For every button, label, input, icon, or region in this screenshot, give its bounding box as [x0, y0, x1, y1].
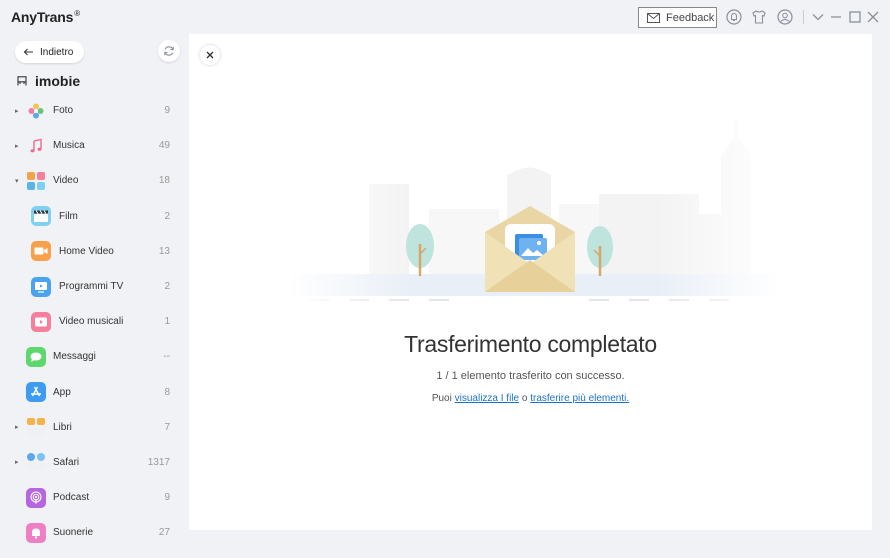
transfer-complete-title: Trasferimento completato — [404, 331, 657, 357]
sidebar-item-suonerie[interactable]: Suonerie 27 — [0, 515, 188, 550]
item-count: 1317 — [147, 456, 170, 468]
sidebar-item-label: Film — [59, 210, 78, 222]
ringtones-icon — [26, 522, 46, 543]
tshirt-icon[interactable] — [750, 8, 768, 26]
sidebar-item-home-video[interactable]: Home Video 13 — [0, 234, 188, 269]
refresh-icon — [164, 46, 174, 56]
close-button[interactable] — [200, 45, 220, 65]
sidebar-item-film[interactable]: Film 2 — [0, 199, 188, 234]
titlebar-divider — [803, 10, 804, 24]
device-header[interactable]: imobie — [17, 73, 80, 89]
sidebar-item-label: Video — [53, 175, 79, 187]
expand-arrow-icon[interactable]: ▸ — [15, 458, 19, 466]
expand-arrow-icon[interactable]: ▸ — [15, 107, 19, 115]
item-count: 8 — [164, 386, 170, 398]
sidebar-item-label: Video musicali — [59, 316, 124, 328]
device-icon — [17, 76, 27, 86]
expand-arrow-icon[interactable]: ▸ — [15, 423, 19, 431]
sidebar-item-podcast[interactable]: Podcast 9 — [0, 480, 188, 515]
transfer-complete-message: 1 / 1 elemento trasferito con successo. — [436, 370, 625, 382]
sidebar-item-label: Programmi TV — [59, 281, 124, 293]
item-count: 1 — [164, 316, 170, 328]
sidebar-item-safari[interactable]: ▸ Safari 1317 — [0, 445, 188, 480]
item-count: 27 — [158, 527, 170, 539]
chevron-down-icon[interactable] — [809, 8, 827, 26]
arrow-left-icon — [23, 48, 33, 56]
expand-arrow-icon[interactable]: ▸ — [15, 142, 19, 150]
sidebar-item-musica[interactable]: ▸ Musica 49 — [0, 128, 188, 163]
sidebar-item-label: App — [53, 386, 71, 398]
back-label: Indietro — [40, 46, 74, 58]
minimize-icon[interactable] — [827, 8, 845, 26]
user-account-icon[interactable] — [776, 8, 794, 26]
music-note-icon — [26, 136, 46, 156]
messages-icon — [26, 346, 46, 367]
category-list: ▸ Foto 9 ▸ Musica 49 ▾ Video 18 Film 2 H… — [0, 93, 188, 550]
main-panel: Trasferimento completato 1 / 1 elemento … — [189, 34, 872, 530]
sidebar-item-app[interactable]: App 8 — [0, 375, 188, 410]
bell-icon[interactable] — [725, 8, 743, 26]
view-files-link[interactable]: visualizza I file — [455, 393, 519, 404]
clapperboard-icon — [31, 206, 51, 227]
transfer-complete-illustration — [289, 114, 779, 304]
maximize-icon[interactable] — [846, 8, 864, 26]
sidebar-item-libri[interactable]: ▸ Libri 7 — [0, 410, 188, 445]
title-bar: AnyTrans® Feedback — [0, 0, 890, 34]
photos-icon — [26, 101, 46, 121]
item-count: 9 — [164, 492, 170, 504]
refresh-button[interactable] — [158, 40, 180, 62]
item-count: 13 — [158, 245, 170, 257]
music-video-icon — [31, 311, 51, 332]
sidebar: Indietro imobie ▸ Foto 9 ▸ Musica 49 ▾ V… — [0, 34, 188, 558]
sidebar-item-foto[interactable]: ▸ Foto 9 — [0, 93, 188, 128]
sidebar-item-label: Musica — [53, 140, 85, 152]
safari-icon — [26, 452, 46, 472]
feedback-label: Feedback — [666, 11, 715, 24]
links-conjunction: o — [521, 393, 528, 404]
item-count: 2 — [164, 281, 170, 293]
item-count: 7 — [164, 421, 170, 433]
sidebar-item-label: Foto — [53, 105, 74, 117]
mail-icon — [647, 12, 660, 23]
sidebar-item-messaggi[interactable]: Messaggi -- — [0, 339, 188, 374]
sidebar-item-video[interactable]: ▾ Video 18 — [0, 163, 188, 198]
back-button[interactable]: Indietro — [15, 41, 84, 63]
links-prefix: Puoi — [431, 393, 452, 404]
close-window-icon[interactable] — [864, 8, 882, 26]
next-actions: Puoi visualizza I file o trasferire più … — [189, 393, 872, 404]
sidebar-item-label: Safari — [53, 456, 80, 468]
feedback-button[interactable]: Feedback — [638, 7, 717, 28]
home-video-icon — [31, 241, 51, 262]
tv-icon — [31, 276, 51, 297]
device-name: imobie — [35, 73, 81, 89]
app-title: AnyTrans® — [11, 9, 80, 25]
item-count: 49 — [158, 140, 170, 152]
sidebar-item-programmi-tv[interactable]: Programmi TV 2 — [0, 269, 188, 304]
video-icon — [26, 171, 46, 191]
sidebar-item-label: Messaggi — [53, 351, 96, 363]
sidebar-item-label: Suonerie — [53, 527, 94, 539]
item-count: 2 — [164, 210, 170, 222]
sidebar-item-label: Home Video — [59, 245, 114, 257]
sidebar-item-label: Podcast — [53, 492, 90, 504]
item-count: 9 — [164, 105, 170, 117]
close-icon — [206, 51, 214, 59]
podcast-icon — [26, 487, 46, 508]
sidebar-item-label: Libri — [53, 421, 72, 433]
books-icon — [26, 417, 46, 437]
item-count: 18 — [158, 175, 170, 187]
item-count: -- — [163, 351, 170, 363]
collapse-arrow-icon[interactable]: ▾ — [15, 177, 19, 185]
app-store-icon — [26, 382, 46, 403]
transfer-more-link[interactable]: trasferire più elementi. — [530, 393, 629, 404]
sidebar-item-video-musicali[interactable]: Video musicali 1 — [0, 304, 188, 339]
